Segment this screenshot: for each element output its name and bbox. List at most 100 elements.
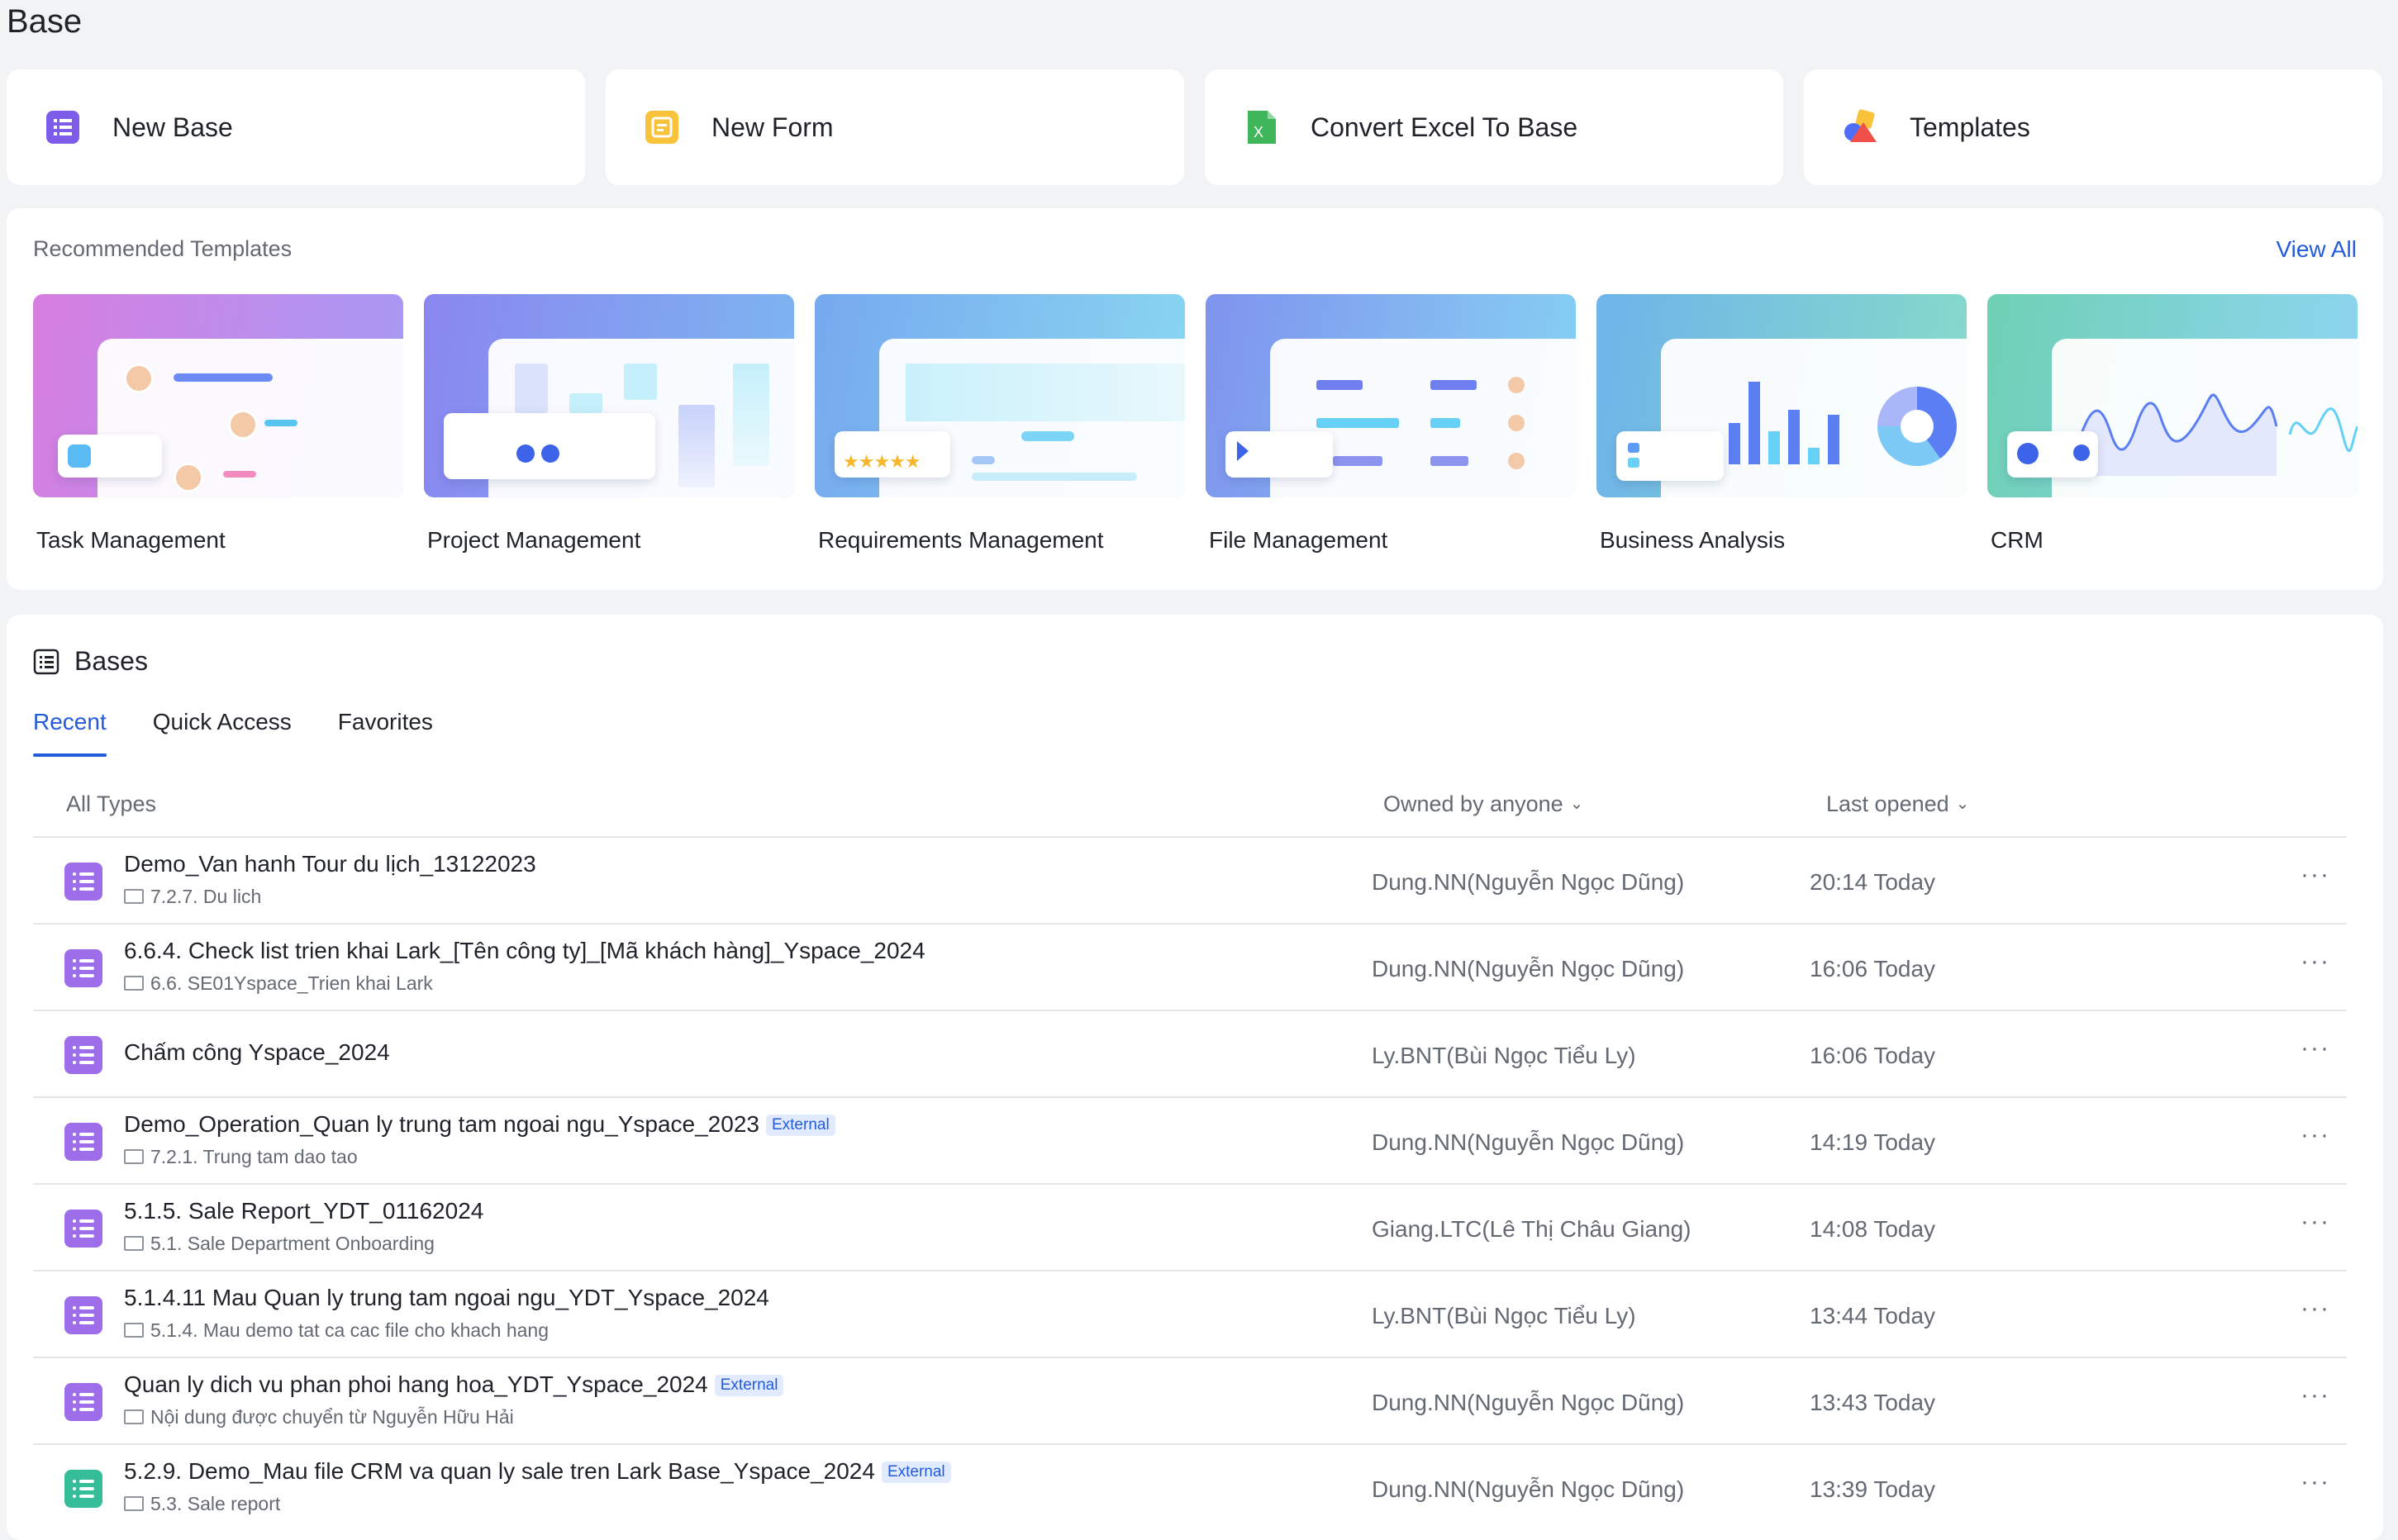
table-row[interactable]: Quan ly dich vu phan phoi hang hoa_YDT_Y… xyxy=(33,1357,2347,1443)
base-location: Nội dung được chuyển từ Nguyễn Hữu Hải xyxy=(124,1406,514,1428)
base-last-opened: 13:39 Today xyxy=(1810,1476,1936,1502)
base-last-opened: 16:06 Today xyxy=(1810,956,1936,982)
base-last-opened: 14:08 Today xyxy=(1810,1216,1936,1242)
folder-icon xyxy=(124,1409,144,1424)
base-last-opened: 20:14 Today xyxy=(1810,869,1936,895)
base-owner: Dung.NN(Nguyễn Ngọc Dũng) xyxy=(1372,956,1685,982)
base-title[interactable]: Chấm công Yspace_2024 xyxy=(124,1039,390,1066)
new-form-icon xyxy=(644,109,680,145)
table-row[interactable]: Demo_Van hanh Tour du lịch_13122023 7.2.… xyxy=(33,836,2347,923)
base-location-text: 6.6. SE01Yspace_Trien khai Lark xyxy=(150,972,433,994)
sort-dropdown[interactable]: Last opened ⌄ xyxy=(1826,791,1969,817)
view-all-link[interactable]: View All xyxy=(2276,236,2357,263)
base-location: 7.2.1. Trung tam dao tao xyxy=(124,1146,358,1168)
all-types-filter[interactable]: All Types xyxy=(66,791,156,817)
new-base-button[interactable]: New Base xyxy=(7,69,585,185)
base-title[interactable]: 5.1.5. Sale Report_YDT_01162024 xyxy=(124,1198,483,1224)
templates-label: Templates xyxy=(1910,112,2030,142)
more-options-icon[interactable]: ··· xyxy=(2300,1468,2330,1496)
template-card-task-management[interactable]: Task Management xyxy=(33,294,403,554)
owner-filter-dropdown[interactable]: Owned by anyone ⌄ xyxy=(1383,791,1583,817)
svg-text:X: X xyxy=(1254,124,1263,140)
base-title[interactable]: Quan ly dich vu phan phoi hang hoa_YDT_Y… xyxy=(124,1371,784,1398)
table-row[interactable]: 5.1.5. Sale Report_YDT_01162024 5.1. Sal… xyxy=(33,1183,2347,1270)
base-title-text: 5.2.9. Demo_Mau file CRM va quan ly sale… xyxy=(124,1458,875,1484)
base-owner: Dung.NN(Nguyễn Ngọc Dũng) xyxy=(1372,869,1685,895)
base-file-icon xyxy=(64,1036,102,1074)
base-owner: Dung.NN(Nguyễn Ngọc Dũng) xyxy=(1372,1476,1685,1502)
base-title[interactable]: 6.6.4. Check list trien khai Lark_[Tên c… xyxy=(124,938,925,964)
more-options-icon[interactable]: ··· xyxy=(2300,1208,2330,1236)
more-options-icon[interactable]: ··· xyxy=(2300,948,2330,976)
template-thumbnail xyxy=(424,294,794,497)
base-location: 5.1.4. Mau demo tat ca cac file cho khac… xyxy=(124,1319,549,1342)
cursor-icon xyxy=(1237,441,1249,461)
base-last-opened: 16:06 Today xyxy=(1810,1043,1936,1068)
base-title-text: 6.6.4. Check list trien khai Lark_[Tên c… xyxy=(124,938,925,963)
base-location-text: 7.2.7. Du lich xyxy=(150,886,262,907)
more-options-icon[interactable]: ··· xyxy=(2300,861,2330,889)
recommended-templates-panel: Recommended Templates View All Task Mana… xyxy=(7,208,2383,590)
tab-recent[interactable]: Recent xyxy=(33,709,107,757)
table-row[interactable]: Demo_Operation_Quan ly trung tam ngoai n… xyxy=(33,1096,2347,1183)
base-file-icon xyxy=(64,949,102,987)
bases-list: Demo_Van hanh Tour du lịch_13122023 7.2.… xyxy=(33,836,2347,1530)
template-name: Business Analysis xyxy=(1600,527,1786,553)
template-thumbnail xyxy=(1596,294,1967,497)
template-card-requirements-management[interactable]: ★★★★★ Requirements Management xyxy=(815,294,1185,554)
template-card-project-management[interactable]: Project Management xyxy=(424,294,794,554)
more-options-icon[interactable]: ··· xyxy=(2300,1381,2330,1409)
base-title[interactable]: Demo_Van hanh Tour du lịch_13122023 xyxy=(124,851,536,877)
more-options-icon[interactable]: ··· xyxy=(2300,1034,2330,1062)
base-file-icon xyxy=(64,1296,102,1334)
templates-button[interactable]: Templates xyxy=(1804,69,2382,185)
excel-icon: X xyxy=(1243,109,1279,145)
base-owner: Giang.LTC(Lê Thị Châu Giang) xyxy=(1372,1216,1691,1242)
tab-quick-access[interactable]: Quick Access xyxy=(153,709,292,757)
template-thumbnail xyxy=(1206,294,1576,497)
more-options-icon[interactable]: ··· xyxy=(2300,1121,2330,1149)
base-last-opened: 13:44 Today xyxy=(1810,1303,1936,1328)
filter-row: All Types Owned by anyone ⌄ Last opened ⌄ xyxy=(33,785,2347,828)
new-base-label: New Base xyxy=(112,112,233,142)
template-card-business-analysis[interactable]: Business Analysis xyxy=(1596,294,1967,554)
base-title-text: 5.1.4.11 Mau Quan ly trung tam ngoai ngu… xyxy=(124,1285,769,1310)
base-location-text: 5.3. Sale report xyxy=(150,1493,281,1514)
base-title-text: Quan ly dich vu phan phoi hang hoa_YDT_Y… xyxy=(124,1371,708,1397)
table-row[interactable]: Chấm công Yspace_2024 Ly.BNT(Bùi Ngọc Ti… xyxy=(33,1010,2347,1096)
chevron-down-icon: ⌄ xyxy=(1955,795,1970,813)
tab-favorites[interactable]: Favorites xyxy=(338,709,433,757)
line-chart-icon xyxy=(2078,393,2358,476)
folder-icon xyxy=(124,889,144,904)
base-location: 5.1. Sale Department Onboarding xyxy=(124,1233,435,1255)
base-title[interactable]: Demo_Operation_Quan ly trung tam ngoai n… xyxy=(124,1111,835,1138)
template-thumbnail xyxy=(1987,294,2358,497)
table-row[interactable]: 5.1.4.11 Mau Quan ly trung tam ngoai ngu… xyxy=(33,1270,2347,1357)
more-options-icon[interactable]: ··· xyxy=(2300,1295,2330,1323)
base-title-text: Demo_Van hanh Tour du lịch_13122023 xyxy=(124,851,536,877)
base-file-icon xyxy=(64,1210,102,1248)
template-name: Task Management xyxy=(36,527,226,553)
convert-excel-button[interactable]: X Convert Excel To Base xyxy=(1205,69,1783,185)
base-table-icon xyxy=(64,1470,102,1508)
templates-icon xyxy=(1842,109,1878,145)
base-title[interactable]: 5.2.9. Demo_Mau file CRM va quan ly sale… xyxy=(124,1458,951,1485)
base-owner: Dung.NN(Nguyễn Ngọc Dũng) xyxy=(1372,1390,1685,1415)
base-title[interactable]: 5.1.4.11 Mau Quan ly trung tam ngoai ngu… xyxy=(124,1285,769,1311)
sort-label: Last opened xyxy=(1826,791,1949,816)
new-form-button[interactable]: New Form xyxy=(606,69,1184,185)
base-location-text: Nội dung được chuyển từ Nguyễn Hữu Hải xyxy=(150,1406,514,1428)
template-card-crm[interactable]: CRM xyxy=(1987,294,2358,554)
folder-icon xyxy=(124,1323,144,1338)
table-row[interactable]: 5.2.9. Demo_Mau file CRM va quan ly sale… xyxy=(33,1443,2347,1530)
folder-icon xyxy=(124,1149,144,1164)
folder-icon xyxy=(124,1496,144,1511)
base-file-icon xyxy=(64,1383,102,1421)
template-card-file-management[interactable]: File Management xyxy=(1206,294,1576,554)
base-location-text: 7.2.1. Trung tam dao tao xyxy=(150,1146,358,1167)
base-owner: Ly.BNT(Bùi Ngọc Tiểu Ly) xyxy=(1372,1043,1636,1068)
base-owner: Dung.NN(Nguyễn Ngọc Dũng) xyxy=(1372,1129,1685,1155)
base-title-text: 5.1.5. Sale Report_YDT_01162024 xyxy=(124,1198,484,1224)
base-location: 7.2.7. Du lich xyxy=(124,886,261,908)
table-row[interactable]: 6.6.4. Check list trien khai Lark_[Tên c… xyxy=(33,923,2347,1010)
